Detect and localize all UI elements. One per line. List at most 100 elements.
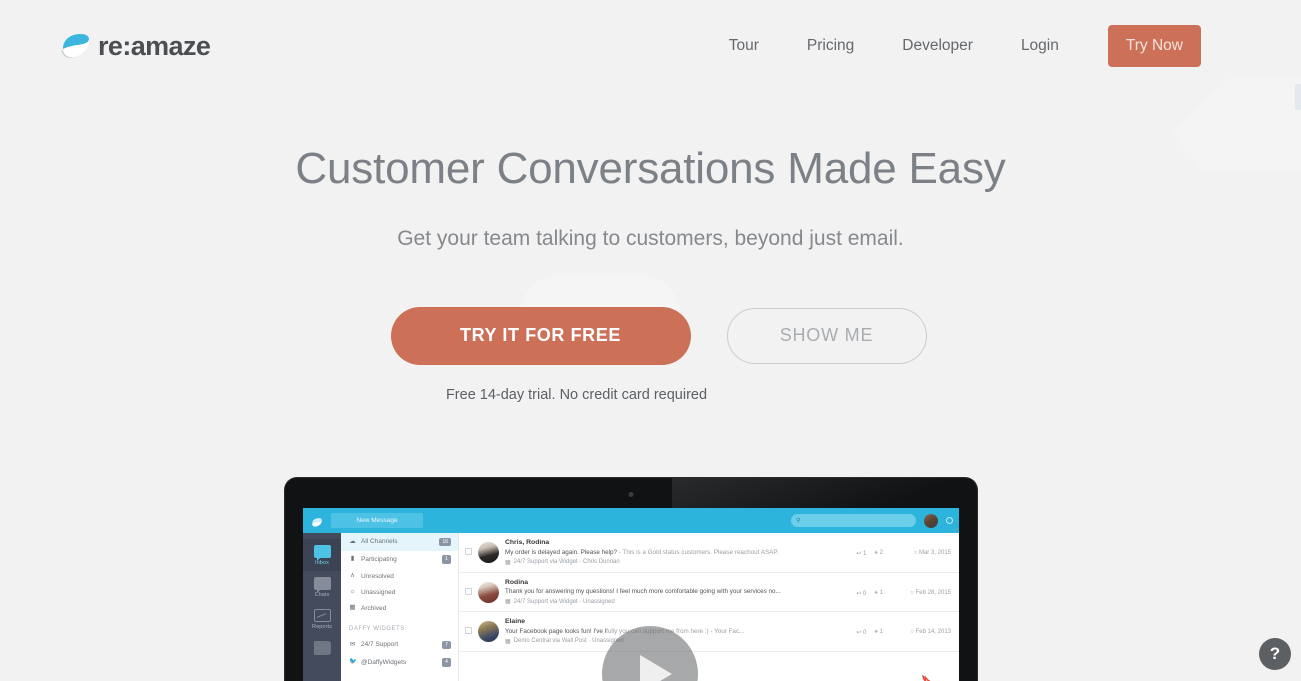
show-me-button[interactable]: SHOW ME [726,307,927,364]
reply-count: ↩ 0 [856,590,867,597]
conversation-date: ○ Feb 28, 2015 [910,589,951,596]
widget-icon: ▦ [505,559,511,566]
page-title: Customer Conversations Made Easy [295,144,1006,193]
site-header: re:amaze Tour Pricing Developer Login Tr… [0,0,1301,92]
conversation-meta-text: 24/7 Support via Widget · Chris Dunnan [513,559,620,565]
archive-icon: ▦ [349,603,356,611]
channel-label: @DaffyWidgets [361,658,407,666]
rail-item-books[interactable] [303,635,341,662]
channel-item-247-support[interactable]: ✉ 24/7 Support 7 [341,636,458,654]
nav-link-pricing[interactable]: Pricing [783,29,878,63]
hero-subtitle: Get your team talking to customers, beyo… [397,226,904,250]
channel-item-unresolved[interactable]: ∧ Unresolved [341,568,458,584]
bookmark-icon[interactable]: 🔖 [921,675,931,681]
try-it-for-free-button[interactable]: TRY IT FOR FREE [390,306,691,365]
conversation-title: Elaine [505,618,526,625]
search-icon: ⚲ [796,517,801,524]
conversation-checkbox[interactable] [465,548,472,555]
person-icon: ⚹ [874,550,878,556]
conversation-meta: ▦ 24/7 Support via Widget · Unassigned [505,598,850,606]
conversation-meta: ▦ 24/7 Support via Widget · Chris Dunnan [505,559,850,566]
nav-link-tour[interactable]: Tour [705,29,783,63]
conversation-meta-text: Demo Central via Wall Post · Unassigned [513,638,624,644]
brand-wordmark: re:amaze [98,30,211,61]
channel-item-archived[interactable]: ▦ Archived [341,600,458,616]
conversation-content: Rodina Thank you for answering my questi… [505,579,850,606]
app-rail-navigation: Inbox Chats Reports [303,533,341,681]
gear-icon[interactable] [946,517,953,524]
rail-label-reports: Reports [312,624,332,630]
nav-link-login[interactable]: Login [997,29,1083,63]
rail-item-inbox[interactable]: Inbox [303,539,341,571]
trial-note: Free 14-day trial. No credit card requir… [445,386,708,403]
channel-group-title: DAFFY WIDGETS [349,626,405,632]
app-conversation-list: Chris, Rodina My order is delayed again.… [459,533,959,681]
conversation-date: ○ Mar 3, 2015 [913,550,951,556]
snippet-tail: - This is a Gold status customers. Pleas… [617,548,779,556]
widget-icon: ▦ [505,599,511,605]
app-reamaze-wave-logo-icon [311,515,323,527]
reports-chart-icon [313,609,331,622]
conversation-content: Chris, Rodina My order is delayed again.… [505,539,850,566]
conversation-title: Rodina [505,578,529,586]
conversation-row[interactable]: Chris, Rodina My order is delayed again.… [459,533,959,573]
conversation-stats: ↩ 0 ⚹ 1 [856,629,883,636]
hero-cta-group: TRY IT FOR FREE SHOW ME [0,306,1301,365]
conversation-date: ○ Feb 14, 2013 [910,629,951,635]
unresolved-icon: ∧ [350,571,355,579]
main-navigation: Tour Pricing Developer Login Try Now [705,25,1201,67]
app-user-avatar[interactable] [924,513,938,528]
conversation-stats: ↩ 1 ⚹ 2 [856,550,883,557]
avatar [478,621,499,642]
app-screen: New Message ⚲ Inbox Chats Reports ☁ All … [303,508,959,681]
channel-label: Unresolved [361,572,394,580]
app-topbar: New Message ⚲ [303,508,959,533]
inbox-icon [313,545,331,561]
rail-label-inbox: Inbox [315,560,329,566]
brand-logo[interactable]: re:amaze [60,30,211,61]
nav-link-developer[interactable]: Developer [878,29,997,63]
conversation-row[interactable]: Rodina Thank you for answering my questi… [459,573,959,612]
laptop-product-screenshot: New Message ⚲ Inbox Chats Reports ☁ All … [285,478,977,681]
channel-label: All Channels [361,538,398,546]
chat-icon [313,577,331,593]
mail-icon: ✉ [349,640,356,648]
channel-label: Participating [361,555,397,563]
avatar [478,581,499,603]
facebook-icon: ▦ [505,638,511,645]
avatar [478,542,499,563]
channels-icon: ☁ [349,537,356,545]
channel-badge: 4 [442,658,451,667]
conversation-checkbox[interactable] [465,587,472,595]
channel-item-unassigned[interactable]: ☼ Unassigned [341,584,458,600]
people-count: ⚹ 2 [874,550,883,556]
books-icon [313,641,331,655]
conversation-snippet: My order is delayed again. Please help? … [505,549,850,556]
app-channel-list: ☁ All Channels 16 ▮ Participating 1 ∧ Un… [341,533,459,681]
twitter-icon: 🐦 [349,658,358,665]
bell-icon: ☼ [349,587,356,595]
reamaze-wave-logo-icon [60,31,92,61]
help-button[interactable]: ? [1259,638,1291,670]
rail-item-chats[interactable]: Chats [303,571,341,603]
conversation-row[interactable]: Elaine Your Facebook page looks fun! I'v… [459,612,959,652]
people-count: ⚹ 1 [874,589,883,596]
channel-item-daffywidgets[interactable]: 🐦 @DaffyWidgets 4 [341,654,458,672]
reply-arrow-icon: ↩ [856,630,862,636]
channel-label: Archived [361,604,387,612]
app-search-input[interactable]: ⚲ [791,514,916,527]
person-icon: ⚹ [874,629,878,635]
conversation-meta-text: 24/7 Support via Widget · Unassigned [513,598,615,605]
channel-badge: 7 [442,640,451,649]
reply-arrow-icon: ↩ [856,590,862,597]
reply-count: ↩ 1 [856,551,867,557]
new-message-button[interactable]: New Message [331,513,423,528]
rail-item-reports[interactable]: Reports [303,603,341,635]
conversation-checkbox[interactable] [465,627,472,634]
conversation-title: Chris, Rodina [505,539,550,546]
reply-arrow-icon: ↩ [856,551,862,557]
snippet-lead: Your Facebook page looks fun! I've l [505,627,607,635]
channel-item-all-channels[interactable]: ☁ All Channels 16 [341,533,458,551]
try-now-button[interactable]: Try Now [1107,25,1201,67]
channel-item-participating[interactable]: ▮ Participating 1 [341,551,458,569]
